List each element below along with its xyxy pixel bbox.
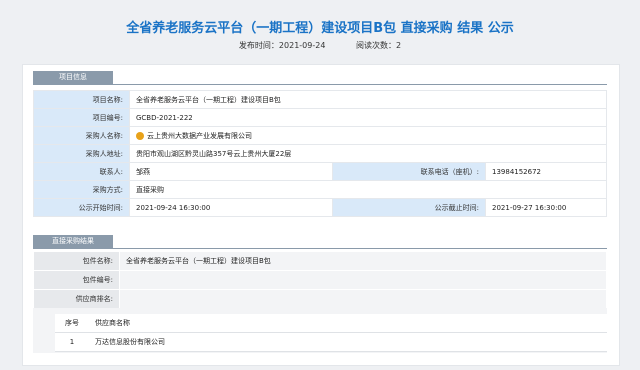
address-value: 贵阳市观山湖区黔灵山路357号云上贵州大厦22层 bbox=[129, 144, 607, 163]
phone-label: 联系电话（座机）: bbox=[332, 162, 486, 181]
table-row: 联系人: 邹燕 联系电话（座机）: 13984152672 bbox=[33, 162, 607, 181]
buyer-name: 云上贵州大数据产业发展有限公司 bbox=[147, 131, 252, 140]
header-supplier: 供应商名称 bbox=[89, 314, 607, 333]
start-time-value: 2021-09-24 16:30:00 bbox=[129, 198, 333, 217]
supplier-list: 序号 供应商名称 1 万达信息股份有限公司 bbox=[55, 314, 607, 352]
table-row: 采购人地址: 贵阳市观山湖区黔灵山路357号云上贵州大厦22层 bbox=[33, 144, 607, 163]
method-value: 直接采购 bbox=[129, 180, 607, 199]
package-name-value: 全省养老服务云平台（一期工程）建设项目B包 bbox=[119, 251, 607, 271]
project-code-value: GCBD-2021-222 bbox=[129, 108, 607, 127]
method-label: 采购方式: bbox=[33, 180, 130, 199]
supplier-rank-label: 供应商排名: bbox=[33, 289, 120, 309]
contact-value: 邹燕 bbox=[129, 162, 333, 181]
project-name-label: 项目名称: bbox=[33, 90, 130, 109]
supplier-table: 序号 供应商名称 1 万达信息股份有限公司 bbox=[55, 314, 607, 352]
views-count: 2 bbox=[395, 41, 402, 50]
views-info: 阅读次数：2 bbox=[356, 41, 401, 50]
phone-value: 13984152672 bbox=[485, 162, 607, 181]
address-label: 采购人地址: bbox=[33, 144, 130, 163]
contact-label: 联系人: bbox=[33, 162, 130, 181]
buyer-value: 云上贵州大数据产业发展有限公司 bbox=[129, 126, 607, 145]
section-divider bbox=[33, 248, 607, 249]
table-row: 1 万达信息股份有限公司 bbox=[55, 332, 607, 352]
page-title: 全省养老服务云平台（一期工程）建设项目B包 直接采购 结果 公示 bbox=[126, 21, 514, 36]
supplier-no: 1 bbox=[55, 332, 89, 352]
supplier-rank-value bbox=[119, 289, 607, 309]
views-label: 阅读次数： bbox=[355, 41, 396, 50]
publish-label: 发布时间： bbox=[238, 41, 279, 50]
section-divider bbox=[33, 84, 607, 85]
publish-info: 发布时间：2021-09-24 bbox=[239, 41, 326, 50]
project-info-table: 项目名称: 全省养老服务云平台（一期工程）建设项目B包 项目编号: GCBD-2… bbox=[33, 90, 607, 217]
table-row: 公示开始时间: 2021-09-24 16:30:00 公示截止时间: 2021… bbox=[33, 198, 607, 217]
table-row: 采购人名称: 云上贵州大数据产业发展有限公司 bbox=[33, 126, 607, 145]
project-code-label: 项目编号: bbox=[33, 108, 130, 127]
table-row: 包件名称: 全省养老服务云平台（一期工程）建设项目B包 bbox=[33, 251, 607, 271]
package-name-label: 包件名称: bbox=[33, 251, 120, 271]
company-logo-icon bbox=[136, 131, 144, 140]
end-time-value: 2021-09-27 16:30:00 bbox=[485, 198, 607, 217]
supplier-name: 万达信息股份有限公司 bbox=[89, 332, 607, 352]
table-row: 项目编号: GCBD-2021-222 bbox=[33, 108, 607, 127]
package-code-label: 包件编号: bbox=[33, 270, 120, 290]
project-name-value: 全省养老服务云平台（一期工程）建设项目B包 bbox=[129, 90, 607, 109]
start-time-label: 公示开始时间: bbox=[33, 198, 130, 217]
header-no: 序号 bbox=[55, 314, 89, 333]
end-time-label: 公示截止时间: bbox=[332, 198, 486, 217]
notice-card: 项目信息 项目名称: 全省养老服务云平台（一期工程）建设项目B包 项目编号: G… bbox=[22, 64, 620, 366]
table-row: 供应商排名: bbox=[33, 289, 607, 309]
publish-meta: 发布时间：2021-09-24 阅读次数：2 bbox=[0, 40, 640, 51]
supplier-table-header: 序号 供应商名称 bbox=[55, 314, 607, 333]
buyer-label: 采购人名称: bbox=[33, 126, 130, 145]
result-section-title: 直接采购结果 bbox=[33, 235, 113, 248]
project-section-title: 项目信息 bbox=[33, 71, 113, 84]
publish-time: 2021-09-24 bbox=[278, 41, 326, 50]
table-row: 包件编号: bbox=[33, 270, 607, 290]
result-table: 包件名称: 全省养老服务云平台（一期工程）建设项目B包 包件编号: 供应商排名: bbox=[33, 251, 607, 309]
table-row: 采购方式: 直接采购 bbox=[33, 180, 607, 199]
table-row: 项目名称: 全省养老服务云平台（一期工程）建设项目B包 bbox=[33, 90, 607, 109]
package-code-value bbox=[119, 270, 607, 290]
